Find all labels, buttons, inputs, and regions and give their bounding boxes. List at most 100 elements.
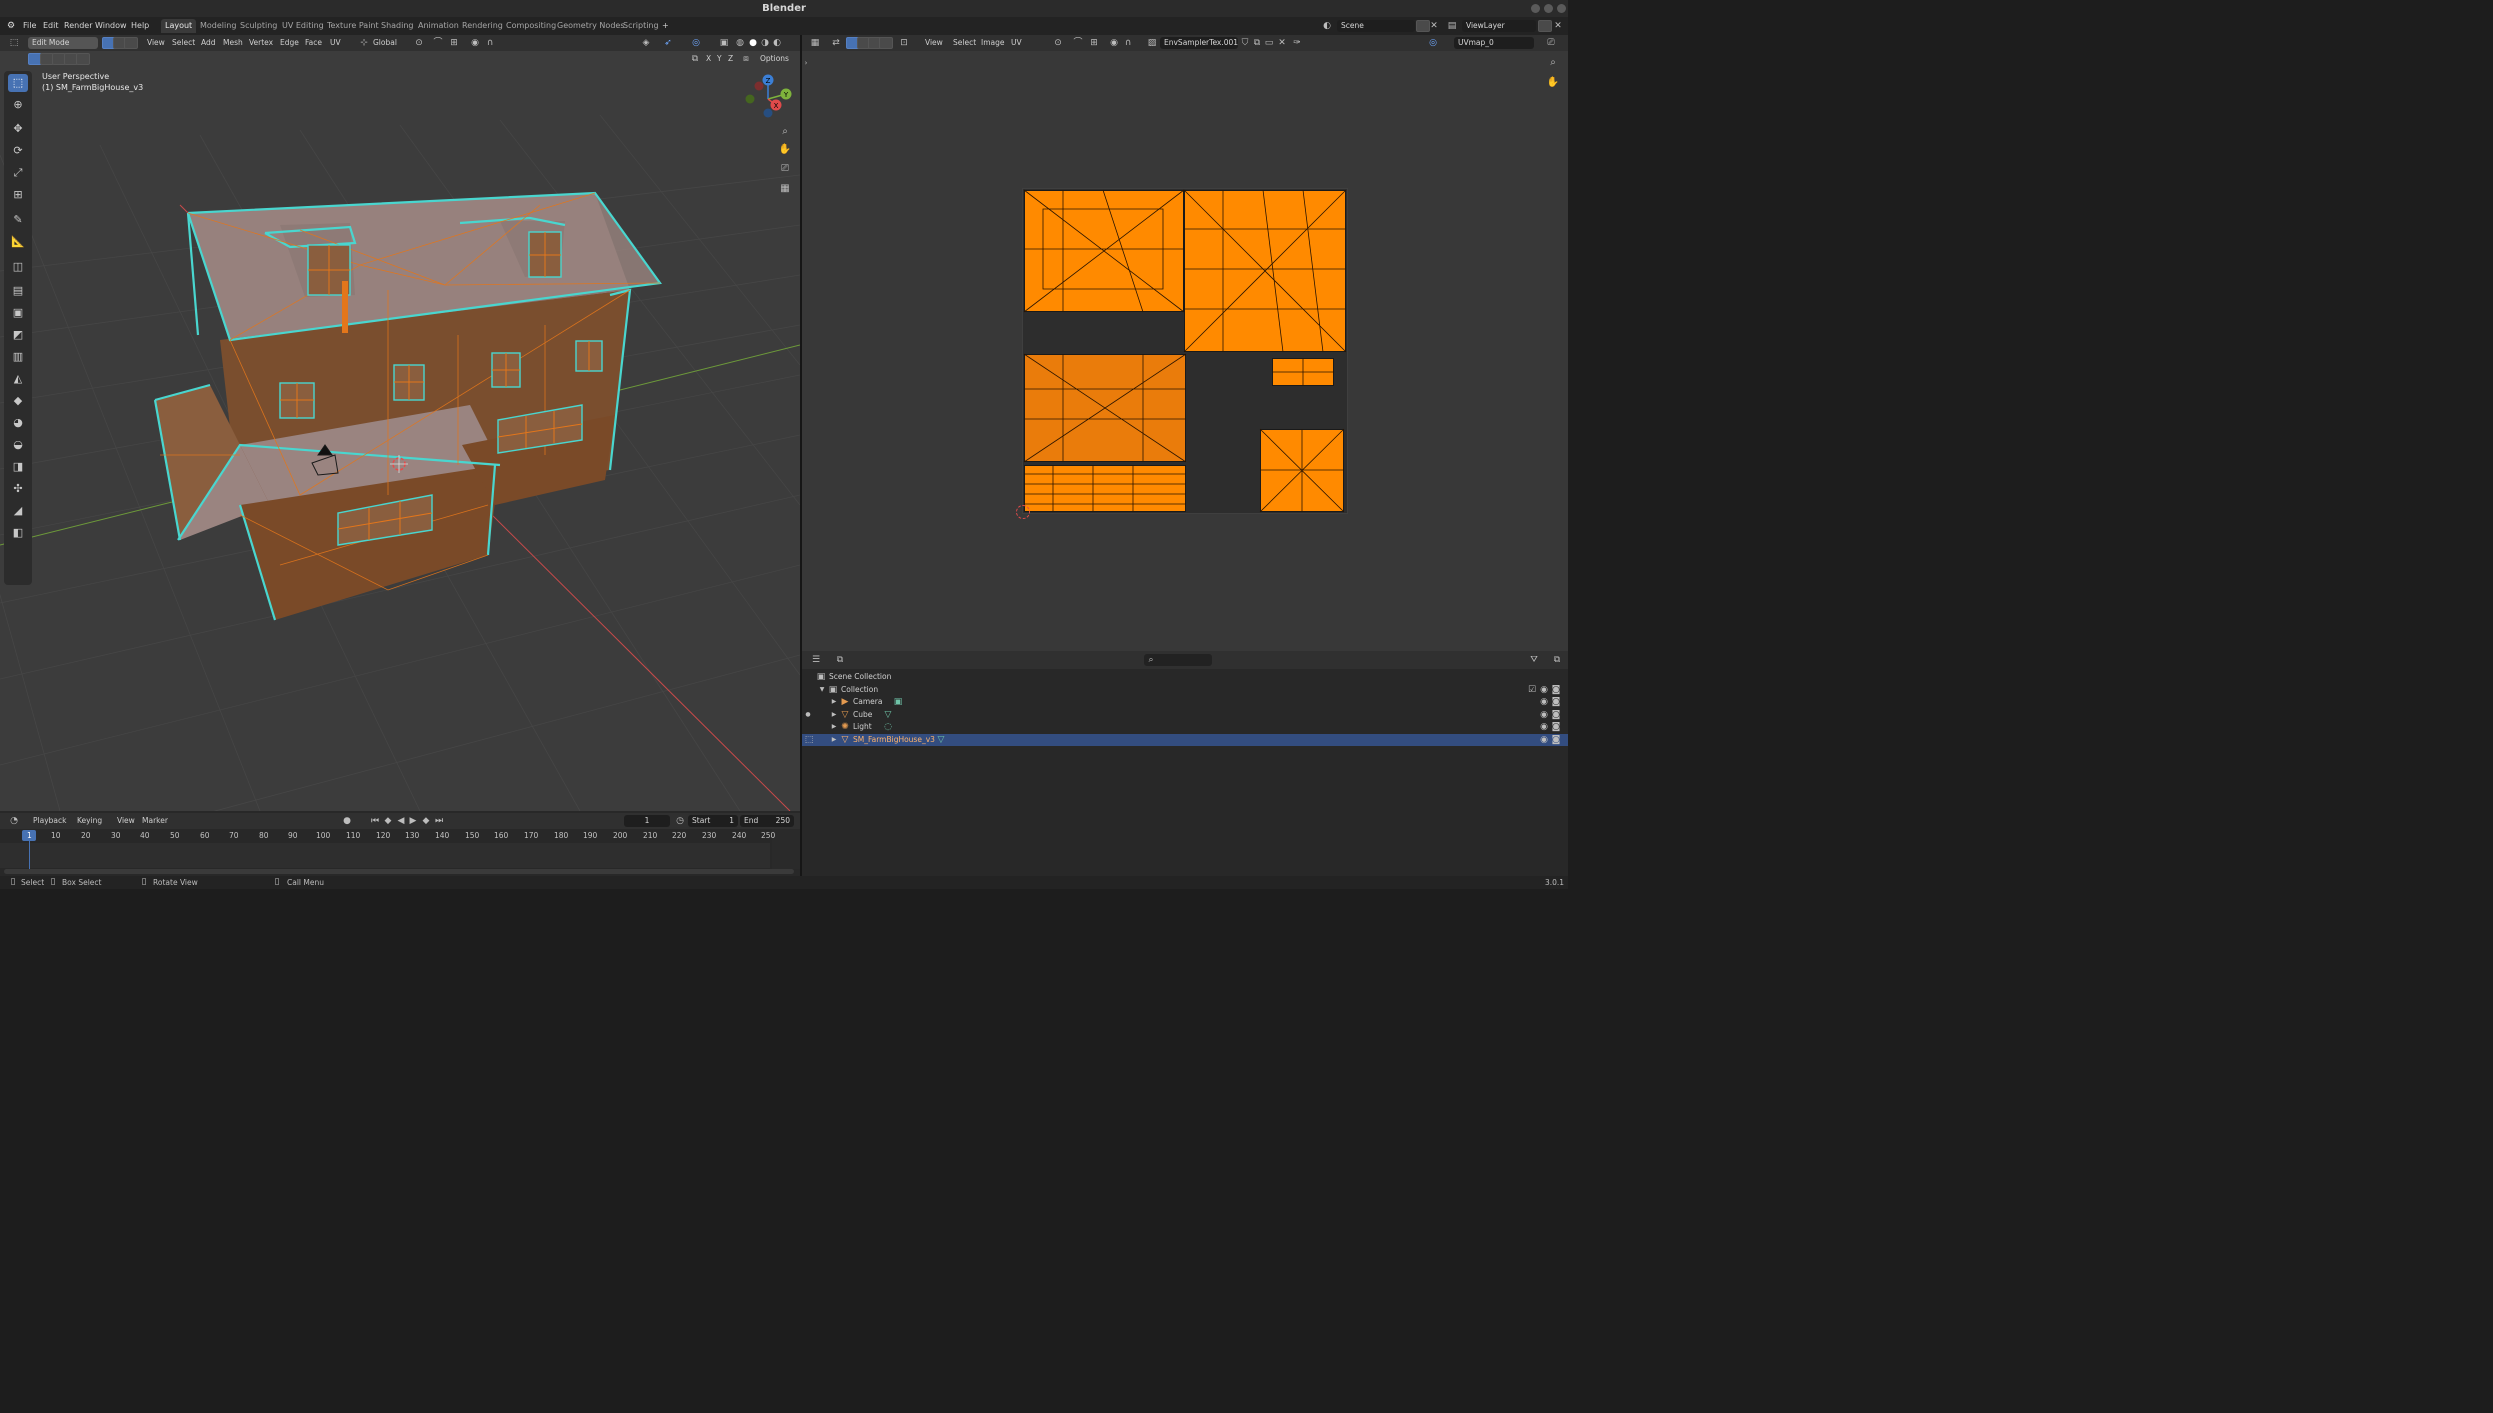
end-frame-field[interactable]: End 250 <box>740 815 794 827</box>
render-cube-icon[interactable]: ◙ <box>1551 709 1561 722</box>
uv-overlays-icon[interactable]: ◎ <box>1426 37 1440 49</box>
uv-menu-uv[interactable]: UV <box>1008 37 1025 49</box>
hide-in-viewport-icon[interactable]: ◉ <box>1539 684 1549 697</box>
uv-pivot-icon[interactable]: ⊙ <box>1052 37 1064 49</box>
disable-render-icon[interactable]: ◙ <box>1551 684 1561 697</box>
smooth-tool-icon[interactable]: ◒ <box>8 436 28 454</box>
timeline-scrollbar[interactable] <box>4 869 794 874</box>
proportional-edit-icon[interactable]: ◉ <box>469 37 481 49</box>
filter-icon[interactable]: ⛛ <box>1528 654 1540 666</box>
loop-cut-tool-icon[interactable]: ▥ <box>8 348 28 366</box>
preview-range-icon[interactable]: ◷ <box>675 815 685 827</box>
outliner-item-sm-farmbighouse[interactable]: ⬚ ▶ ▽ SM_FarmBigHouse_v3 ▽ ◉ ◙ <box>802 733 1568 747</box>
keying-menu[interactable]: Keying <box>74 815 105 827</box>
uv-zoom-icon[interactable]: ⌕ <box>1546 57 1560 69</box>
hide-cube-icon[interactable]: ◉ <box>1539 709 1549 722</box>
outliner-item-cube[interactable]: ● ▶ ▽ Cube ▽ ◉ ◙ <box>802 709 1568 722</box>
tab-shading[interactable]: Shading <box>377 19 418 33</box>
face-select-mode-button[interactable] <box>124 37 138 49</box>
menu-edit[interactable]: Edit <box>39 20 63 32</box>
tab-scripting[interactable]: Scripting <box>619 19 663 33</box>
tab-geometry-nodes[interactable]: Geometry Nodes <box>553 19 628 33</box>
uv-2d-cursor[interactable] <box>1016 505 1030 519</box>
show-overlays-icon[interactable]: ◎ <box>690 37 702 49</box>
transform-orientation-dropdown[interactable]: Global <box>370 37 400 49</box>
inset-tool-icon[interactable]: ▣ <box>8 304 28 322</box>
shear-tool-icon[interactable]: ✣ <box>8 480 28 498</box>
outliner-collection[interactable]: ▼ ▣ Collection ☑ ◉ ◙ <box>802 684 1568 697</box>
playback-menu[interactable]: Playback <box>30 815 69 827</box>
blender-logo-icon[interactable]: ⚙ <box>5 20 17 32</box>
viewport-menu-view[interactable]: View <box>144 37 168 49</box>
scene-icon[interactable]: ◐ <box>1320 20 1334 32</box>
knife-tool-icon[interactable]: ◭ <box>8 370 28 388</box>
render-house-icon[interactable]: ◙ <box>1551 734 1561 747</box>
sync-selection-icon[interactable]: ⇄ <box>830 37 842 49</box>
jump-start-icon[interactable]: ⏮ <box>370 815 380 827</box>
tab-uv-editing[interactable]: UV Editing <box>278 19 328 33</box>
menu-window[interactable]: Window <box>91 20 131 32</box>
mirror-x-toggle[interactable]: X <box>703 53 714 65</box>
uv-snap-icon[interactable]: ⌒ <box>1072 37 1084 49</box>
jump-end-icon[interactable]: ⏭ <box>434 815 444 827</box>
shrink-fatten-tool-icon[interactable]: ◨ <box>8 458 28 476</box>
viewport-menu-face[interactable]: Face <box>302 37 325 49</box>
snap-target-icon[interactable]: ⊞ <box>448 37 460 49</box>
mirror-z-toggle[interactable]: Z <box>725 53 736 65</box>
poly-build-tool-icon[interactable]: ◆ <box>8 392 28 410</box>
uv-falloff-icon[interactable]: ∩ <box>1122 37 1134 49</box>
transform-tool-icon[interactable]: ⊞ <box>8 186 28 204</box>
show-gizmo-icon[interactable]: ➶ <box>662 37 674 49</box>
viewport-menu-select[interactable]: Select <box>169 37 198 49</box>
play-reverse-icon[interactable]: ◀ <box>396 815 406 827</box>
snap-icon[interactable]: ⌒ <box>432 37 444 49</box>
zoom-icon[interactable]: ⌕ <box>778 126 792 138</box>
measure-tool-icon[interactable]: 📐 <box>8 233 28 251</box>
current-frame-field[interactable]: 1 <box>624 815 670 827</box>
timeline-view-menu[interactable]: View <box>114 815 138 827</box>
fake-user-icon[interactable]: ⛉ <box>1240 37 1250 49</box>
close-window-button[interactable] <box>1557 4 1566 13</box>
spin-tool-icon[interactable]: ◕ <box>8 414 28 432</box>
timeline-editor-type-icon[interactable]: ◔ <box>6 815 22 827</box>
light-data-icon[interactable]: ◌ <box>882 721 894 734</box>
image-name-field[interactable]: EnvSamplerTex.001 <box>1160 37 1238 49</box>
tab-animation[interactable]: Animation <box>414 19 463 33</box>
rip-tool-icon[interactable]: ◢ <box>8 502 28 520</box>
delete-view-layer-icon[interactable]: ✕ <box>1553 20 1563 32</box>
annotate-tool-icon[interactable]: ✎ <box>8 211 28 229</box>
auto-merge-icon[interactable]: ⧈ <box>740 53 752 65</box>
uv-menu-image[interactable]: Image <box>978 37 1008 49</box>
falloff-icon[interactable]: ∩ <box>484 37 496 49</box>
minimize-window-button[interactable] <box>1531 4 1540 13</box>
uv-image-canvas[interactable] <box>1016 188 1348 519</box>
cursor-tool-icon[interactable]: ⊕ <box>8 96 28 114</box>
unlink-image-icon[interactable]: ✕ <box>1277 37 1287 49</box>
move-tool-icon[interactable]: ✥ <box>8 120 28 138</box>
render-camera-icon[interactable]: ◙ <box>1551 696 1561 709</box>
select-box-tool-icon[interactable]: ⬚ <box>8 74 28 92</box>
solid-shading-icon[interactable]: ● <box>747 37 759 49</box>
uv-editor[interactable]: ▦ ⇄ ⊡ View Select Image UV ⊙ ⌒ ⊞ ◉ ∩ ▨ E… <box>802 35 1568 651</box>
hide-light-icon[interactable]: ◉ <box>1539 721 1549 734</box>
uv-pan-hand-icon[interactable]: ✋ <box>1546 77 1560 89</box>
tab-rendering[interactable]: Rendering <box>458 19 507 33</box>
new-scene-button[interactable] <box>1416 20 1430 32</box>
rendered-shading-icon[interactable]: ◐ <box>771 37 783 49</box>
uv-proportional-icon[interactable]: ◉ <box>1108 37 1120 49</box>
uv-map-field[interactable]: UVmap_0 <box>1454 37 1534 49</box>
viewport-menu-add[interactable]: Add <box>198 37 219 49</box>
auto-keying-icon[interactable]: ● <box>342 815 352 827</box>
uv-editor-type-icon[interactable]: ▦ <box>808 37 822 49</box>
ortho-grid-icon[interactable]: ▦ <box>778 183 792 195</box>
new-view-layer-button[interactable] <box>1538 20 1552 32</box>
house-mesh[interactable] <box>153 191 662 621</box>
wireframe-shading-icon[interactable]: ◍ <box>734 37 746 49</box>
open-image-icon[interactable]: ▭ <box>1264 37 1274 49</box>
uv-menu-select[interactable]: Select <box>950 37 979 49</box>
xray-toggle-icon[interactable]: ▣ <box>718 37 730 49</box>
tab-modeling[interactable]: Modeling <box>196 19 240 33</box>
tab-compositing[interactable]: Compositing <box>502 19 560 33</box>
uv-toolbar-toggle-icon[interactable]: › <box>802 57 810 69</box>
menu-help[interactable]: Help <box>127 20 153 32</box>
